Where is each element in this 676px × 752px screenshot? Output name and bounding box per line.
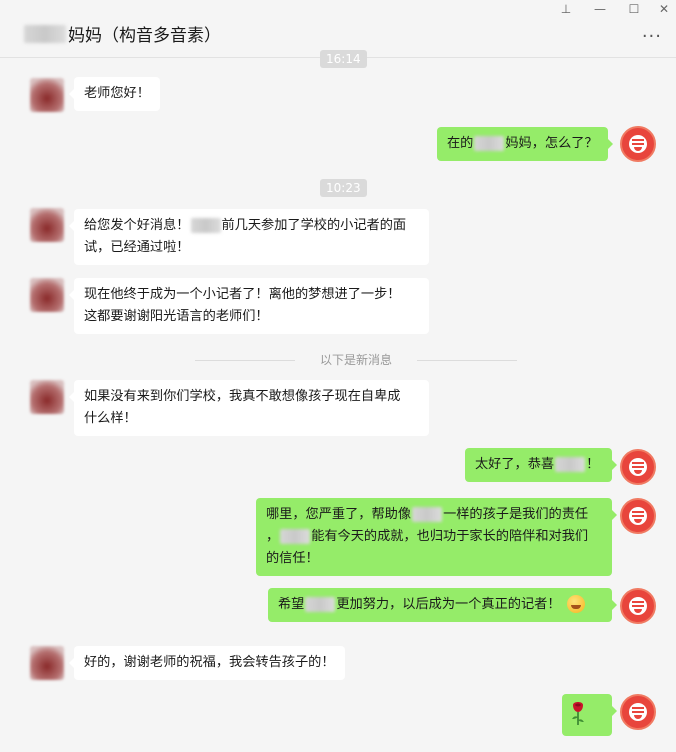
teacher-avatar[interactable]: [620, 126, 656, 162]
minimize-icon[interactable]: —: [590, 2, 610, 16]
message-text: 在的: [447, 136, 474, 151]
message-text: 什么样！: [84, 411, 137, 426]
message-list[interactable]: 16:14 老师您好！ 在的 妈妈，怎么了？ 10:23 给您发个好消息！ 前几天参…: [0, 50, 676, 752]
chat-title: 妈妈（构音多音素）: [24, 21, 221, 46]
contact-avatar[interactable]: [30, 208, 64, 242]
message-text: 的信任！: [266, 551, 319, 566]
message-bubble[interactable]: 好的，谢谢老师的祝福，我会转告孩子的！: [69, 646, 345, 680]
maximize-icon[interactable]: ☐: [624, 2, 644, 16]
blurred-name: [24, 24, 66, 43]
chat-title-text: 妈妈（构音多音素）: [68, 26, 221, 46]
message-text: 前几天参加了学校的小记者的面: [221, 218, 407, 233]
pin-icon[interactable]: ⊥: [556, 2, 576, 16]
teacher-avatar[interactable]: [620, 694, 656, 730]
new-messages-divider: 以下是新消息: [195, 351, 517, 369]
message-text: 哪里，您严重了，帮助像: [266, 507, 412, 522]
teacher-avatar[interactable]: [620, 449, 656, 485]
blurred-name: [190, 217, 221, 233]
message-text: 希望: [278, 597, 305, 612]
close-icon[interactable]: ✕: [654, 2, 674, 16]
blurred-name: [474, 135, 505, 151]
message-bubble[interactable]: 太好了，恭喜 ！: [465, 448, 617, 482]
message-text: 能有今天的成就，也归功于家长的陪伴和对我们: [311, 529, 589, 544]
blurred-name: [412, 506, 443, 522]
message-bubble[interactable]: 如果没有来到你们学校，我真不敢想像孩子现在自卑成 什么样！: [69, 380, 429, 436]
message-bubble[interactable]: 现在他终于成为一个小记者了！离他的梦想进了一步！ 这都要谢谢阳光语言的老师们！: [69, 278, 429, 334]
message-bubble[interactable]: 希望 更加努力，以后成为一个真正的记者！: [268, 588, 617, 622]
message-text: ！: [586, 457, 600, 472]
message-text: 好的，谢谢老师的祝福，我会转告孩子的！: [84, 655, 335, 670]
message-text: 太好了，恭喜: [475, 457, 555, 472]
message-bubble[interactable]: [562, 694, 617, 736]
message-text: 一样的孩子是我们的责任: [443, 507, 589, 522]
teacher-avatar[interactable]: [620, 588, 656, 624]
contact-avatar[interactable]: [30, 278, 64, 312]
more-options-icon[interactable]: ···: [642, 26, 662, 47]
blurred-name: [555, 456, 586, 472]
blurred-name: [280, 528, 311, 544]
message-text: 现在他终于成为一个小记者了！离他的梦想进了一步！: [84, 287, 401, 302]
grinning-face-icon: [566, 595, 585, 613]
contact-avatar[interactable]: [30, 78, 64, 112]
message-text: ，: [266, 529, 280, 544]
contact-avatar[interactable]: [30, 646, 64, 680]
timestamp: 10:23: [320, 179, 367, 197]
rose-icon: [572, 702, 584, 725]
message-text: 如果没有来到你们学校，我真不敢想像孩子现在自卑成: [84, 389, 401, 404]
message-bubble[interactable]: 老师您好！: [69, 77, 160, 111]
blurred-name: [305, 596, 336, 612]
message-bubble[interactable]: 哪里，您严重了，帮助像 一样的孩子是我们的责任 ， 能有今天的成就，也归功于家长的陪伴…: [256, 498, 617, 576]
teacher-avatar[interactable]: [620, 498, 656, 534]
timestamp: 16:14: [320, 50, 367, 68]
message-text: 给您发个好消息！: [84, 218, 190, 233]
message-bubble[interactable]: 在的 妈妈，怎么了？: [437, 127, 613, 161]
message-bubble[interactable]: 给您发个好消息！ 前几天参加了学校的小记者的面试，已经通过啦！: [69, 209, 429, 265]
message-text: 试，已经通过啦！: [84, 240, 190, 255]
divider-text: 以下是新消息: [319, 353, 392, 367]
message-text: 老师您好！: [84, 86, 150, 101]
message-text: 妈妈，怎么了？: [505, 136, 598, 151]
message-text: 更加努力，以后成为一个真正的记者！: [336, 597, 561, 612]
message-text: 这都要谢谢阳光语言的老师们！: [84, 309, 269, 324]
contact-avatar[interactable]: [30, 380, 64, 414]
